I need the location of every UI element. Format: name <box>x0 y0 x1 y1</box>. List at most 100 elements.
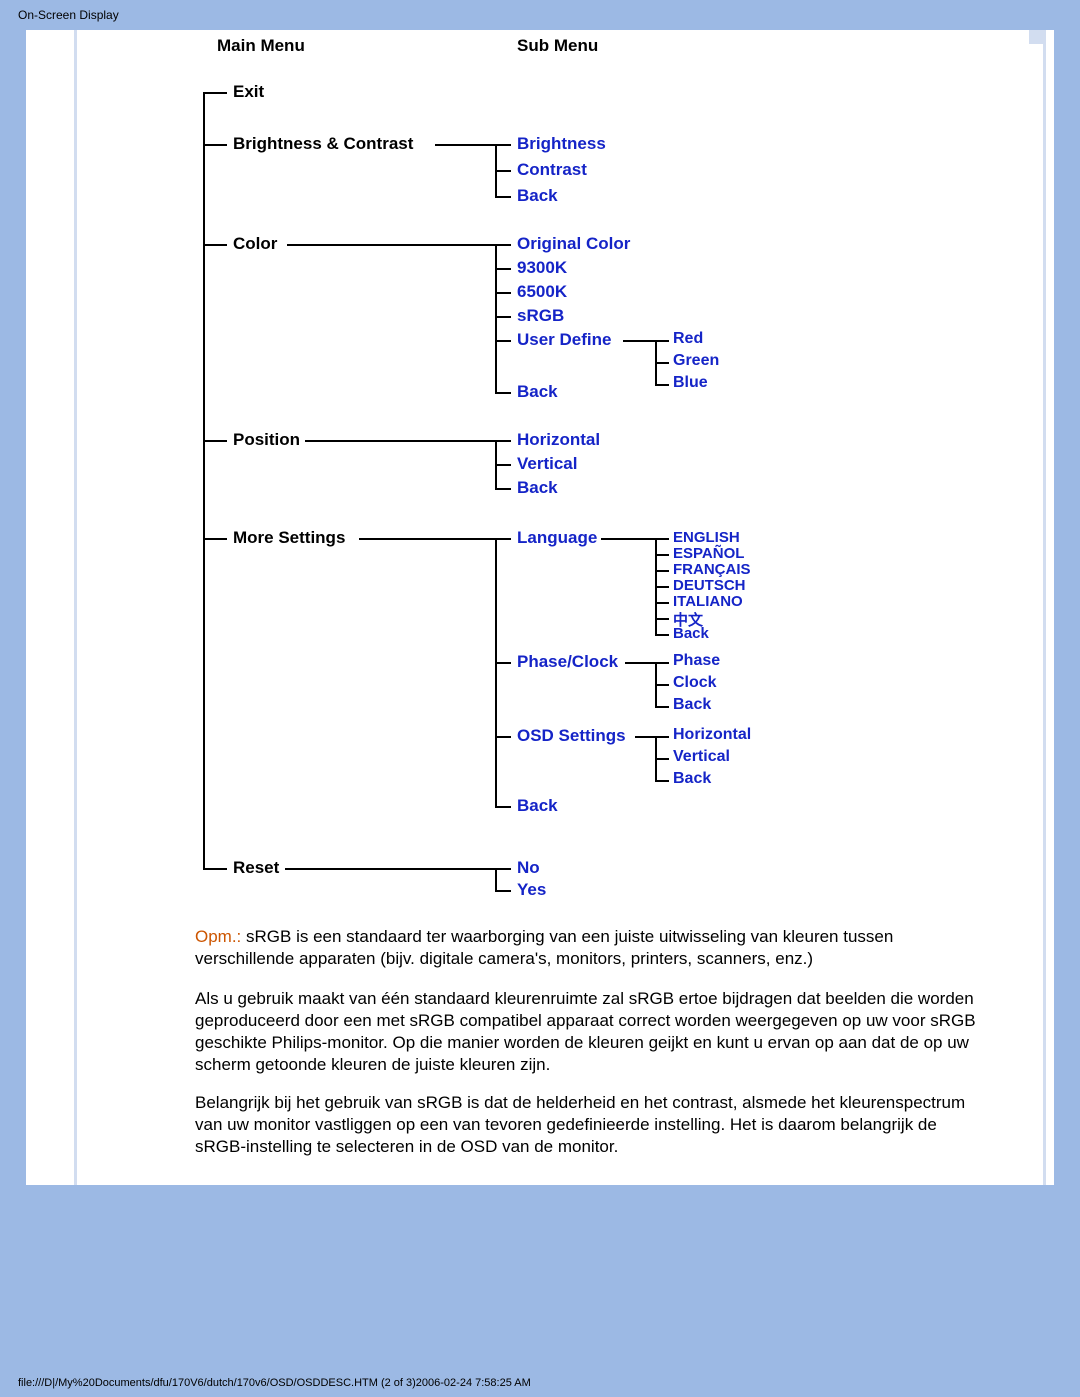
tick-ms4 <box>495 806 511 808</box>
tick-o1 <box>655 736 669 738</box>
main-item-more-settings: More Settings <box>233 528 345 548</box>
sub2-blue: Blue <box>673 374 708 392</box>
tick-ph3 <box>655 706 669 708</box>
conn-exit <box>203 92 227 94</box>
sub-original-color: Original Color <box>517 234 630 254</box>
lang-italiano: ITALIANO <box>673 593 743 610</box>
main-item-color: Color <box>233 234 277 254</box>
tick-ph1 <box>655 662 669 664</box>
conn-reset <box>203 868 227 870</box>
sub-6500k: 6500K <box>517 282 567 302</box>
main-item-position: Position <box>233 430 300 450</box>
tick-l3 <box>655 570 669 572</box>
tick-c6 <box>495 392 511 394</box>
conn-color-r <box>287 244 495 246</box>
tick-c4 <box>495 316 511 318</box>
tick-rs2 <box>495 890 511 892</box>
conn-bc-r <box>435 144 495 146</box>
note-paragraph: Opm.: sRGB is een standaard ter waarborg… <box>195 926 985 970</box>
osd-v: Vertical <box>673 748 730 766</box>
tick-l7 <box>655 634 669 636</box>
sub-more-back: Back <box>517 796 558 816</box>
sub-contrast: Contrast <box>517 160 587 180</box>
main-stem <box>203 92 205 868</box>
phase-phase: Phase <box>673 652 720 670</box>
sub-pos-h: Horizontal <box>517 430 600 450</box>
lang-english: ENGLISH <box>673 529 740 546</box>
tick-c3 <box>495 292 511 294</box>
conn-osd <box>635 736 655 738</box>
tick-bc3 <box>495 196 511 198</box>
sub-pos-back: Back <box>517 478 558 498</box>
tick-p3 <box>495 488 511 490</box>
conn-position <box>203 440 227 442</box>
tick-p1 <box>495 440 511 442</box>
header-sub-menu: Sub Menu <box>517 36 598 56</box>
sub-9300k: 9300K <box>517 258 567 278</box>
main-item-reset: Reset <box>233 858 279 878</box>
reset-yes: Yes <box>517 880 546 900</box>
tick-rs1 <box>495 868 511 870</box>
sub-brightness: Brightness <box>517 134 606 154</box>
osd-menu-tree: Main Menu Sub Menu Exit Brightness & Con… <box>77 36 1043 886</box>
tick-l6 <box>655 618 669 620</box>
sub-pos-v: Vertical <box>517 454 578 474</box>
tick-b <box>655 384 669 386</box>
tick-o3 <box>655 780 669 782</box>
tick-c5 <box>495 340 511 342</box>
conn-user-rgb <box>623 340 655 342</box>
lang-francais: FRANÇAIS <box>673 561 751 578</box>
reset-no: No <box>517 858 540 878</box>
phase-back: Back <box>673 696 711 714</box>
lang-back: Back <box>673 625 709 642</box>
tick-bc1 <box>495 144 511 146</box>
note-text: sRGB is een standaard ter waarborging va… <box>195 927 893 968</box>
tick-ms1 <box>495 538 511 540</box>
tick-ms3 <box>495 736 511 738</box>
osd-back: Back <box>673 770 711 788</box>
conn-color <box>203 244 227 246</box>
tick-l5 <box>655 602 669 604</box>
stem-more <box>495 538 497 806</box>
conn-more-r <box>359 538 495 540</box>
sub-user-define: User Define <box>517 330 611 350</box>
tick-g <box>655 362 669 364</box>
tick-p2 <box>495 464 511 466</box>
sub-language: Language <box>517 528 597 548</box>
sub-bc-back: Back <box>517 186 558 206</box>
tick-o2 <box>655 758 669 760</box>
tick-bc2 <box>495 170 511 172</box>
conn-position-r <box>305 440 495 442</box>
note-label: Opm.: <box>195 927 241 946</box>
sub-color-back: Back <box>517 382 558 402</box>
sub-srgb: sRGB <box>517 306 564 326</box>
main-item-exit: Exit <box>233 82 264 102</box>
tick-l1 <box>655 538 669 540</box>
paragraph-2: Als u gebruik maakt van één standaard kl… <box>195 988 985 1076</box>
content-inner: Main Menu Sub Menu Exit Brightness & Con… <box>74 30 1046 1185</box>
stem-reset <box>495 868 497 890</box>
sub-osd-settings: OSD Settings <box>517 726 626 746</box>
sub2-red: Red <box>673 330 703 348</box>
tick-r <box>655 340 669 342</box>
main-item-brightness-contrast: Brightness & Contrast <box>233 134 413 154</box>
tick-ph2 <box>655 684 669 686</box>
conn-bc <box>203 144 227 146</box>
phase-clock: Clock <box>673 674 717 692</box>
tick-l2 <box>655 554 669 556</box>
lang-deutsch: DEUTSCH <box>673 577 746 594</box>
tick-ms2 <box>495 662 511 664</box>
tick-c2 <box>495 268 511 270</box>
content-sheet: Main Menu Sub Menu Exit Brightness & Con… <box>26 30 1054 1185</box>
paragraph-3: Belangrijk bij het gebruik van sRGB is d… <box>195 1092 985 1158</box>
conn-lang <box>601 538 655 540</box>
stem-color <box>495 244 497 392</box>
footer-path: file:///D|/My%20Documents/dfu/170V6/dutc… <box>18 1377 531 1389</box>
sub2-green: Green <box>673 352 719 370</box>
conn-phase <box>625 662 655 664</box>
sub-phase-clock: Phase/Clock <box>517 652 618 672</box>
conn-more <box>203 538 227 540</box>
header-main-menu: Main Menu <box>217 36 305 56</box>
conn-reset-r <box>285 868 495 870</box>
tick-c1 <box>495 244 511 246</box>
